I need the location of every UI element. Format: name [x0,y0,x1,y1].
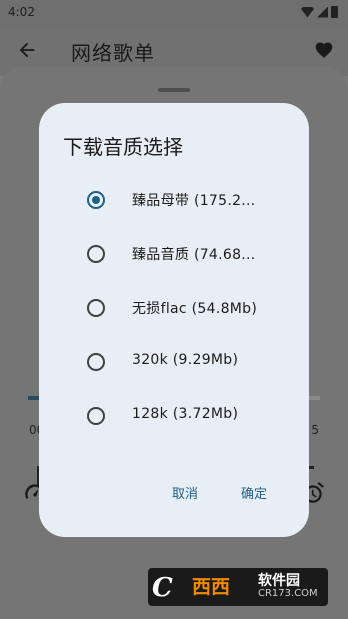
watermark-site: 软件园 [258,573,300,589]
option-label: 128k (3.72Mb) [132,406,239,422]
watermark-url: CR173.COM [258,588,318,599]
quality-option[interactable]: 128k (3.72Mb) [39,390,309,442]
quality-option[interactable]: 臻品母带 (175.2... [39,174,309,226]
status-bar: 4:02 [0,0,348,26]
option-label: 320k (9.29Mb) [132,352,239,368]
watermark-cn: 西西 [192,576,231,598]
option-label: 无损flac (54.8Mb) [132,301,258,317]
dialog-title: 下载音质选择 [63,135,183,159]
page-title: 网络歌单 [71,41,155,65]
back-arrow-icon[interactable] [16,39,38,61]
progress-fill [28,396,40,400]
radio-button[interactable] [87,299,105,317]
radio-button[interactable] [87,407,105,425]
quality-option[interactable]: 臻品音质 (74.68... [39,228,309,280]
quality-option[interactable]: 无损flac (54.8Mb) [39,282,309,334]
watermark-logo: C [152,573,173,603]
quality-option[interactable]: 320k (9.29Mb) [39,336,309,388]
battery-icon [331,6,338,18]
option-label: 臻品母带 (175.2... [132,193,256,209]
confirm-button[interactable]: 确定 [241,483,267,502]
download-quality-dialog: 下载音质选择 臻品母带 (175.2... 臻品音质 (74.68... 无损f… [39,103,309,537]
radio-button[interactable] [87,245,105,263]
option-label: 臻品音质 (74.68... [132,247,256,263]
wifi-icon [301,6,314,18]
site-watermark: C 西西 软件园 CR173.COM [148,568,328,606]
signal-icon [317,6,328,18]
status-time: 4:02 [8,5,35,19]
total-time: 5 [311,423,319,437]
radio-button[interactable] [87,353,105,371]
drag-handle[interactable] [158,88,190,92]
radio-button[interactable] [87,191,105,209]
favorite-heart-icon[interactable] [314,40,334,60]
status-icons [301,6,338,18]
cancel-button[interactable]: 取消 [172,483,198,502]
